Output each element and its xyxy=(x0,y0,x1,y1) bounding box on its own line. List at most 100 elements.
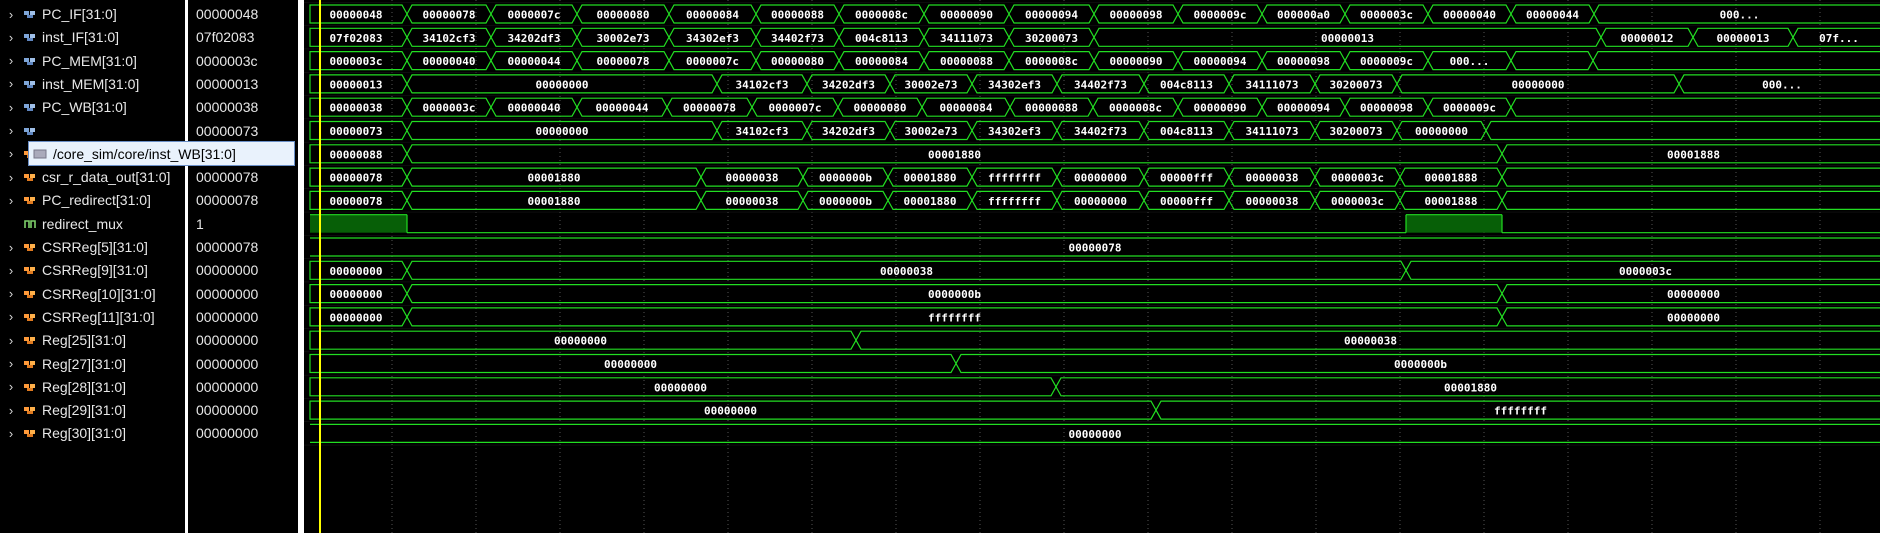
register-signal-icon xyxy=(24,383,35,391)
bit-high-segment xyxy=(1406,214,1502,233)
bus-value-label: 00000094 xyxy=(1025,9,1078,22)
bus-value-label: 00000000 xyxy=(1415,125,1468,138)
expand-chevron-icon[interactable]: › xyxy=(0,170,22,185)
bus-value-label: 00000013 xyxy=(1321,32,1374,45)
bus-value-label: 00000078 xyxy=(330,172,383,185)
bus-value-label: 004c8113 xyxy=(1160,125,1213,138)
signal-name: inst_IF[31:0] xyxy=(42,29,120,46)
bus-signal-icon xyxy=(24,104,35,112)
expand-chevron-icon[interactable]: › xyxy=(0,286,22,301)
bus-value-label: 00000fff xyxy=(1160,195,1213,208)
register-signal-icon xyxy=(24,407,35,415)
bus-value-label: 34102cf3 xyxy=(736,78,789,91)
signal-name: Reg[30][31:0] xyxy=(42,425,127,442)
expand-chevron-icon[interactable]: › xyxy=(0,123,22,138)
register-signal-icon xyxy=(24,174,35,182)
bus-value-label: 0000000b xyxy=(819,195,872,208)
signal-row[interactable]: › Reg[30][31:0] xyxy=(0,419,126,447)
bus-value-label: 0000000b xyxy=(928,288,981,301)
bus-value-label: 00000048 xyxy=(330,9,383,22)
bus-value-label: 00000078 xyxy=(597,55,650,68)
bus-value-label: 00000084 xyxy=(686,9,739,22)
expand-chevron-icon[interactable]: › xyxy=(0,309,22,324)
bus-value-label: 00001880 xyxy=(1444,381,1497,394)
waveform-pane[interactable]: 00000048 00000078 0000007c 00000080 00000084… xyxy=(304,0,1880,533)
expand-chevron-icon[interactable]: › xyxy=(0,333,22,348)
bus-value-label: 0000003c xyxy=(423,102,476,115)
signal-name: inst_MEM[31:0] xyxy=(42,75,140,92)
bus-value-label: 30200073 xyxy=(1330,78,1383,91)
expand-chevron-icon[interactable]: › xyxy=(0,240,22,255)
signal-name: CSRReg[11][31:0] xyxy=(42,308,155,325)
register-signal-icon xyxy=(24,197,35,205)
bus-value-label: 00000090 xyxy=(940,9,993,22)
bus-value-label: 00000000 xyxy=(536,125,589,138)
bus-value-label: 00000000 xyxy=(536,78,589,91)
expand-chevron-icon[interactable]: › xyxy=(0,30,22,45)
bus-value-label: 00000094 xyxy=(1194,55,1247,68)
bus-value-label: 00000098 xyxy=(1277,55,1330,68)
bus-value-label: 30002e73 xyxy=(905,78,958,91)
bus-value-label: 0000000b xyxy=(1394,358,1447,371)
bus-value-label: 0000007c xyxy=(508,9,561,22)
expand-chevron-icon[interactable]: › xyxy=(0,76,22,91)
bus-value-label: 00000000 xyxy=(330,265,383,278)
expand-chevron-icon[interactable]: › xyxy=(0,379,22,394)
bus-value-label: 00000090 xyxy=(1194,102,1247,115)
bus-value-label: 34102cf3 xyxy=(736,125,789,138)
signal-name: PC_MEM[31:0] xyxy=(42,52,137,69)
bus-value-label: 07f02083 xyxy=(330,32,383,45)
bus-signal-icon xyxy=(24,80,35,88)
bus-value-label: 00000084 xyxy=(940,102,993,115)
signal-name: redirect_mux xyxy=(42,215,123,232)
bus-value-label: 30002e73 xyxy=(905,125,958,138)
bus-value-label: 00000094 xyxy=(1277,102,1330,115)
bus-value-label: 0000009c xyxy=(1443,102,1496,115)
expand-chevron-icon[interactable]: › xyxy=(0,7,22,22)
bus-value-label: 00000038 xyxy=(1344,335,1397,348)
expand-chevron-icon[interactable]: › xyxy=(0,146,22,161)
bus-value-label: 00000038 xyxy=(330,102,383,115)
bus-segment xyxy=(1485,120,1880,141)
expand-chevron-icon[interactable]: › xyxy=(0,403,22,418)
tooltip-text: /core_sim/core/inst_WB[31:0] xyxy=(53,145,236,162)
bus-value-label: 00000044 xyxy=(508,55,561,68)
bus-value-label: 00000073 xyxy=(330,125,383,138)
bus-value-label: 00000000 xyxy=(554,335,607,348)
bus-value-label: 000000a0 xyxy=(1277,9,1330,22)
bus-value-label: 00000000 xyxy=(1667,288,1720,301)
register-signal-icon xyxy=(24,244,35,251)
bus-value-label: ffffffff xyxy=(928,311,981,324)
bus-value-label: 00000078 xyxy=(1069,242,1122,255)
bus-signal-icon xyxy=(24,34,35,42)
bus-value-label: 00000098 xyxy=(1360,102,1413,115)
register-signal-icon xyxy=(24,313,35,321)
expand-chevron-icon[interactable]: › xyxy=(0,53,22,68)
bus-value-label: 00000038 xyxy=(880,265,933,278)
bus-value-label: 34402f73 xyxy=(1074,125,1127,138)
bus-value-label: 34302ef3 xyxy=(686,32,739,45)
bus-value-label: 00001888 xyxy=(1667,148,1720,161)
bus-value-label: 00000038 xyxy=(726,172,779,185)
expand-chevron-icon[interactable]: › xyxy=(0,426,22,441)
bus-value-label: 0000003c xyxy=(1331,195,1384,208)
signal-name-pane: › PC_IF[31:0] › inst_IF[31:0] › PC_MEM[31:0] ›… xyxy=(0,0,185,533)
bus-value-label: 00000040 xyxy=(423,55,476,68)
bus-value-label: 00000000 xyxy=(1512,78,1565,91)
bus-value-label: 34102cf3 xyxy=(423,32,476,45)
bus-signal-icon xyxy=(24,11,35,18)
bus-segment xyxy=(1510,51,1594,71)
bus-value-label: 00001880 xyxy=(528,172,581,185)
register-signal-icon xyxy=(24,337,35,345)
bus-value-label: 0000000b xyxy=(819,172,872,185)
bus-value-label: 0000008c xyxy=(855,9,908,22)
bus-value-label: 30002e73 xyxy=(597,32,650,45)
bus-value-label: 00000088 xyxy=(330,148,383,161)
expand-chevron-icon[interactable]: › xyxy=(0,356,22,371)
bus-segment xyxy=(1510,97,1880,117)
expand-chevron-icon[interactable]: › xyxy=(0,193,22,208)
expand-chevron-icon[interactable]: › xyxy=(0,263,22,278)
expand-chevron-icon[interactable]: › xyxy=(0,100,22,115)
bus-value-label: 00000000 xyxy=(1667,311,1720,324)
bus-value-label: 00000080 xyxy=(597,9,650,22)
